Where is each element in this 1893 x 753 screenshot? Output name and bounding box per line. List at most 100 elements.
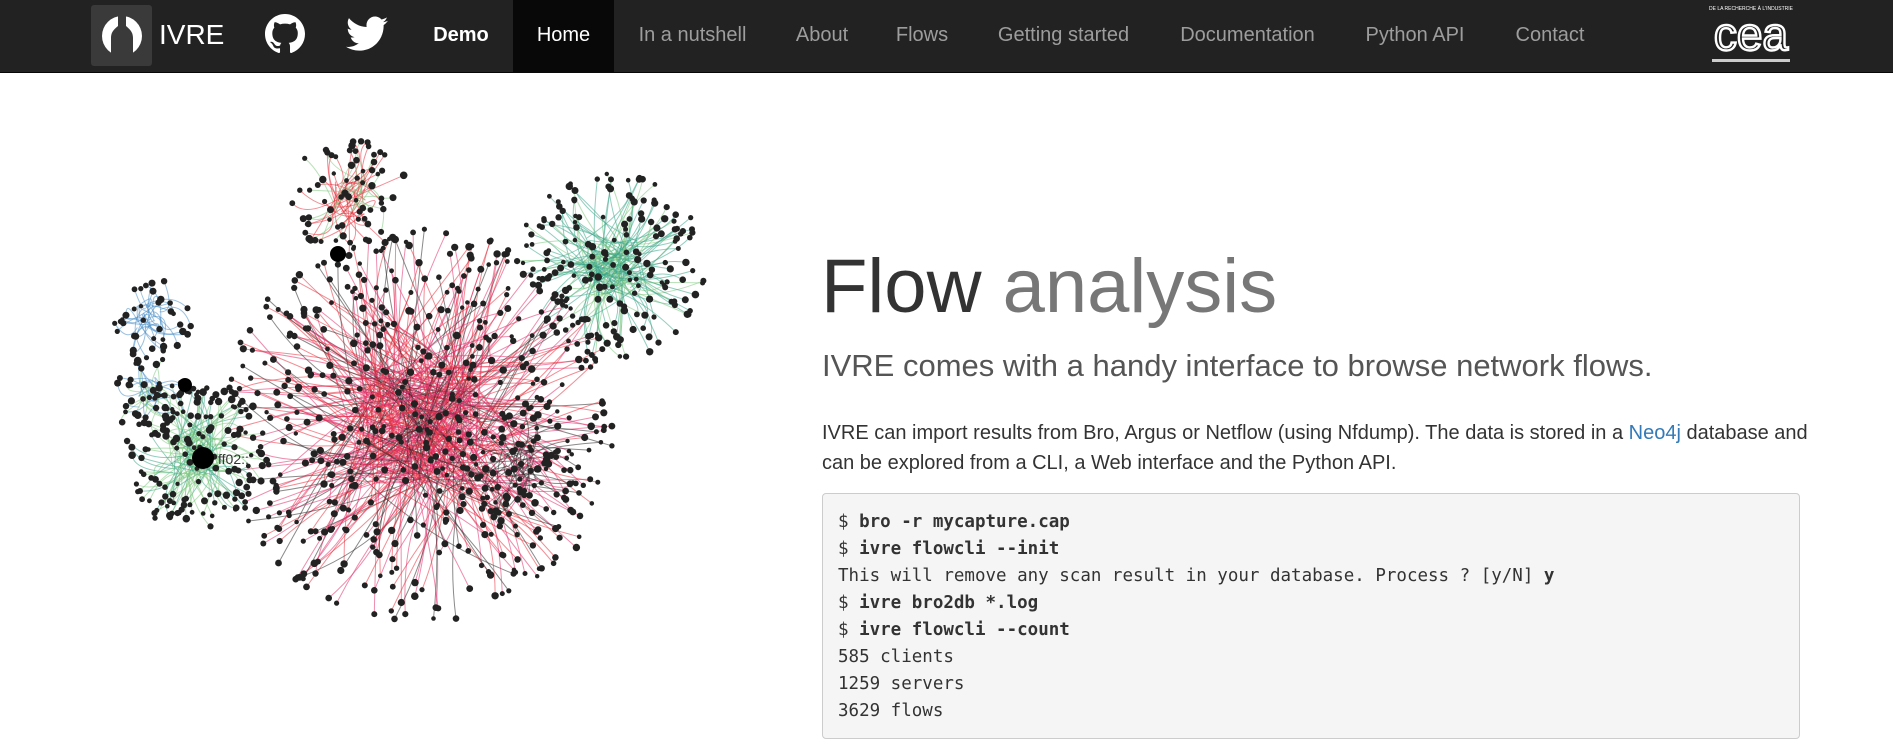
host-node: [123, 437, 131, 445]
host-node: [138, 286, 144, 292]
title-main: Flow: [821, 244, 982, 329]
cea-logo[interactable]: DE LA RECHERCHE À L'INDUSTRIE cea: [1706, 4, 1796, 71]
host-node: [142, 446, 149, 453]
host-node: [380, 205, 387, 213]
brand-name[interactable]: IVRE: [159, 18, 224, 52]
host-node: [275, 559, 282, 567]
host-node: [480, 449, 486, 455]
host-node: [470, 300, 478, 308]
host-node: [443, 509, 450, 516]
host-node: [678, 231, 684, 237]
host-node: [381, 238, 389, 247]
host-node: [627, 277, 633, 283]
host-node: [514, 531, 520, 538]
host-node: [376, 342, 384, 350]
nav-about[interactable]: About: [776, 0, 868, 72]
host-node: [499, 591, 505, 597]
host-node: [172, 434, 181, 443]
host-node: [398, 439, 404, 445]
host-node: [427, 419, 433, 425]
host-node: [471, 376, 478, 383]
host-node: [140, 396, 146, 402]
flow-graph[interactable]: ff02::: [90, 76, 730, 736]
host-node: [683, 310, 691, 318]
host-node: [530, 266, 536, 272]
nav-getting-started[interactable]: Getting started: [976, 0, 1151, 72]
host-node: [357, 292, 364, 300]
host-node: [562, 495, 570, 503]
host-node: [498, 425, 506, 433]
host-node: [592, 413, 599, 421]
host-node: [671, 218, 677, 224]
host-node: [281, 382, 288, 390]
host-node: [305, 214, 313, 221]
host-node: [249, 434, 257, 441]
host-node: [419, 587, 425, 593]
code-line: $ ivre bro2db *.log: [838, 593, 1039, 613]
host-node: [276, 525, 283, 532]
host-node: [435, 412, 443, 421]
host-node: [234, 430, 242, 438]
host-node: [297, 187, 303, 193]
host-node: [555, 409, 560, 414]
host-node: [570, 322, 576, 328]
host-node: [299, 215, 307, 223]
nav-demo[interactable]: Demo: [417, 0, 505, 72]
host-node: [513, 523, 518, 529]
nav-python-api[interactable]: Python API: [1350, 0, 1480, 72]
host-node: [136, 421, 142, 428]
host-node: [322, 198, 328, 205]
host-node: [257, 444, 264, 450]
host-node: [311, 386, 318, 393]
twitter-icon[interactable]: [346, 16, 388, 57]
host-node: [389, 194, 397, 202]
ivre-logo[interactable]: [91, 5, 152, 66]
host-node: [493, 500, 498, 505]
nav-in-a-nutshell[interactable]: In a nutshell: [622, 0, 763, 72]
host-node: [421, 226, 427, 232]
nav-documentation[interactable]: Documentation: [1160, 0, 1335, 72]
host-node: [476, 324, 484, 331]
host-node: [369, 297, 375, 303]
host-node: [389, 556, 396, 563]
host-node: [646, 295, 654, 303]
host-node: [307, 187, 313, 193]
host-node: [339, 504, 347, 512]
host-node: [327, 471, 333, 478]
host-node: [129, 350, 137, 358]
neo4j-link[interactable]: Neo4j: [1629, 422, 1681, 444]
nav-contact[interactable]: Contact: [1500, 0, 1600, 72]
host-node: [127, 397, 135, 405]
host-node: [285, 509, 292, 516]
host-node: [561, 259, 566, 265]
host-node: [544, 257, 550, 264]
host-node: [502, 492, 511, 501]
host-node: [443, 519, 448, 525]
nav-flows[interactable]: Flows: [876, 0, 968, 72]
host-node: [515, 395, 521, 401]
host-node: [515, 440, 522, 448]
nav-home[interactable]: Home: [513, 0, 614, 72]
host-node: [274, 401, 282, 409]
host-node: [300, 576, 306, 582]
host-node: [364, 347, 371, 354]
host-node: [523, 360, 530, 367]
host-node: [608, 176, 614, 183]
host-node: [399, 171, 408, 180]
github-icon[interactable]: [265, 14, 305, 59]
host-node: [160, 393, 165, 398]
host-node: [339, 232, 347, 240]
host-node: [484, 494, 491, 501]
host-node: [421, 275, 429, 282]
host-node: [371, 151, 377, 158]
host-node: [291, 284, 298, 291]
host-node: [361, 276, 368, 283]
host-node: [600, 409, 608, 417]
host-node: [347, 425, 354, 432]
host-node: [368, 182, 376, 190]
host-node: [350, 339, 358, 348]
host-node: [379, 167, 386, 174]
host-node: [519, 502, 526, 508]
host-node: [383, 287, 389, 293]
host-node: [351, 481, 359, 490]
